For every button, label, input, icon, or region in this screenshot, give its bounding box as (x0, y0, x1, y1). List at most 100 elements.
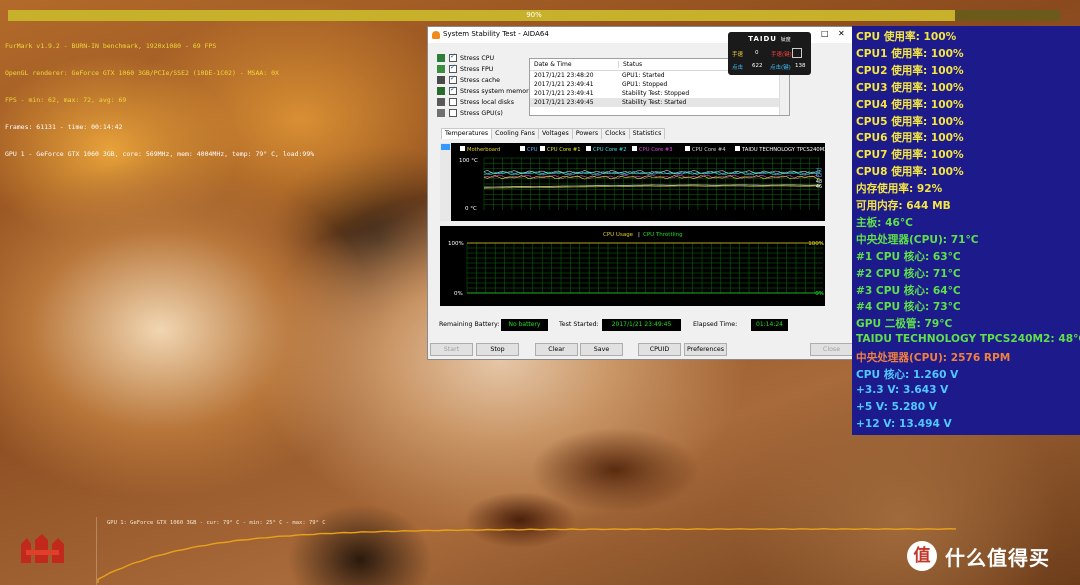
temperature-legend: Motherboard CPU CPU Core #1 CPU Core #2 CPU … (460, 146, 825, 153)
checkbox[interactable] (449, 63, 457, 73)
furmark-info-line: GPU 1 - GeForce GTX 1060 3GB, core: 569M… (5, 150, 315, 158)
temperature-legend-scrollbar[interactable] (440, 143, 451, 221)
watermark-text: 什么值得买 (945, 545, 1050, 570)
usage-axis-bottom-left: 0% (454, 291, 463, 297)
legend-checkbox[interactable] (586, 146, 591, 151)
elapsed-time-value: 01:14:24 (751, 319, 788, 331)
gpu-icon (437, 109, 445, 117)
legend-checkbox[interactable] (520, 146, 525, 151)
button-bar: Start Stop Clear Save CPUID Preferences … (428, 343, 853, 356)
stress-option[interactable]: Stress cache (437, 74, 500, 84)
sensor-reading: 中央处理器(CPU): 2576 RPM (856, 352, 1011, 365)
legend-checkbox[interactable] (632, 146, 637, 151)
temperature-chart: Motherboard CPU CPU Core #1 CPU Core #2 CPU … (440, 143, 825, 221)
table-row[interactable]: 2017/1/21 23:49:41 GPU1: Stopped (530, 80, 789, 89)
preferences-button[interactable]: Preferences (684, 343, 727, 356)
sensor-reading: 中央处理器(CPU): 71°C (856, 233, 979, 246)
log-cell-status: Stability Test: Started (622, 99, 687, 106)
sensor-reading: #1 CPU 核心: 63°C (856, 250, 961, 263)
checkbox[interactable] (449, 98, 457, 106)
stress-option[interactable]: Stress FPU (437, 63, 494, 73)
status-row: Remaining Battery: No battery Test Start… (439, 319, 839, 331)
table-row[interactable]: 2017/1/21 23:49:45 Stability Test: Start… (530, 98, 789, 107)
sensor-reading: GPU 二极管: 79°C (856, 318, 953, 331)
save-button[interactable]: Save (580, 343, 623, 356)
stress-option[interactable]: Stress GPU(s) (437, 109, 503, 117)
log-cell-status: GPU1: Started (622, 72, 665, 79)
log-cell-status: Stability Test: Stopped (622, 90, 690, 97)
maximize-icon[interactable]: □ (821, 29, 829, 38)
stress-option-label: Stress FPU (460, 65, 494, 73)
battery-label: Remaining Battery: (439, 321, 500, 328)
legend-checkbox[interactable] (685, 146, 690, 151)
cpuid-button[interactable]: CPUID (638, 343, 681, 356)
sensor-overlay-panel: CPU 使用率: 100% CPU1 使用率: 100% CPU2 使用率: 100… (852, 26, 1080, 435)
legend-label: CPU Core #4 (692, 147, 726, 153)
stress-option-label: Stress system memory (460, 87, 533, 95)
cpu-icon (437, 54, 445, 62)
disk-icon (437, 98, 445, 106)
checkbox[interactable] (449, 52, 457, 62)
usage-grid (466, 242, 823, 294)
tab-clocks[interactable]: Clocks (601, 128, 630, 139)
taidu-toggle[interactable] (792, 48, 802, 58)
stop-button[interactable]: Stop (476, 343, 519, 356)
test-started-label: Test Started: (559, 321, 599, 328)
sensor-reading: #4 CPU 核心: 73°C (856, 301, 961, 314)
temp-value-label: 46 (816, 184, 822, 190)
furmark-progress-text: 90% (526, 11, 542, 19)
sensor-reading: CPU8 使用率: 100% (856, 166, 964, 179)
stress-option[interactable]: Stress CPU (437, 52, 495, 62)
scrollbar-thumb[interactable] (441, 144, 450, 150)
temperature-lines (483, 169, 821, 189)
checkbox[interactable] (449, 85, 457, 95)
sensor-reading: CPU4 使用率: 100% (856, 98, 964, 111)
tab-voltages[interactable]: Voltages (537, 128, 573, 139)
sensor-reading: #2 CPU 核心: 71°C (856, 267, 961, 280)
usage-legend-separator: | (638, 232, 640, 238)
clear-button[interactable]: Clear (535, 343, 578, 356)
legend-label: CPU Core #2 (593, 147, 627, 153)
legend-label: CPU (527, 147, 538, 153)
usage-legend-usage: CPU Usage (603, 232, 634, 238)
close-icon[interactable]: ✕ (838, 29, 845, 38)
stress-option-label: Stress GPU(s) (460, 109, 503, 117)
taidu-speed-label: 手速(键) (771, 52, 792, 58)
tab-statistics[interactable]: Statistics (628, 128, 666, 139)
tab-cooling-fans[interactable]: Cooling Fans (491, 128, 539, 139)
aida64-stability-window: System Stability Test - AIDA64 □ ✕ Stres… (427, 26, 854, 360)
tab-powers[interactable]: Powers (571, 128, 603, 139)
taidu-keys-value: 138 (795, 63, 806, 69)
taidu-keyboard-widget: TAIDU 钛度 手速 0 手速(键) 点击 622 点击(键) 138 (728, 32, 811, 75)
legend-checkbox[interactable] (735, 146, 740, 151)
sensor-reading: 内存使用率: 92% (856, 183, 943, 196)
close-button[interactable]: Close (810, 343, 853, 356)
test-started-value: 2017/1/21 23:49:45 (602, 319, 681, 331)
temperature-grid (483, 157, 820, 210)
log-header-status[interactable]: Status (619, 61, 642, 68)
furmark-logo-icon (21, 534, 64, 563)
temp-value-label: 63 (816, 173, 822, 179)
usage-axis-bottom-right: 0% (815, 291, 824, 297)
sensor-reading: #3 CPU 核心: 64°C (856, 284, 961, 297)
legend-checkbox[interactable] (540, 146, 545, 151)
stress-option-label: Stress local disks (460, 98, 514, 106)
checkbox[interactable] (449, 109, 457, 117)
taidu-clicks-label: 点击 (732, 65, 744, 71)
log-header-datetime[interactable]: Date & Time (530, 61, 619, 68)
furmark-info-line: FurMark v1.9.2 - BURN-IN benchmark, 1920… (5, 42, 217, 50)
legend-label: TAIDU TECHNOLOGY TPCS240M2 (741, 147, 825, 153)
checkbox[interactable] (449, 74, 457, 84)
table-row[interactable]: 2017/1/21 23:49:41 Stability Test: Stopp… (530, 89, 789, 98)
stress-option-label: Stress CPU (460, 54, 495, 62)
usage-axis-top-right: 100% (808, 241, 824, 247)
start-button[interactable]: Start (430, 343, 473, 356)
cache-icon (437, 76, 445, 84)
sensor-reading: CPU3 使用率: 100% (856, 81, 964, 94)
watermark: 值 什么值得买 (907, 541, 1050, 571)
stress-option[interactable]: Stress local disks (437, 98, 514, 106)
legend-checkbox[interactable] (460, 146, 465, 151)
stress-option[interactable]: Stress system memory (437, 85, 533, 95)
tab-temperatures[interactable]: Temperatures (441, 128, 493, 139)
sensor-reading: 可用内存: 644 MB (856, 200, 951, 212)
